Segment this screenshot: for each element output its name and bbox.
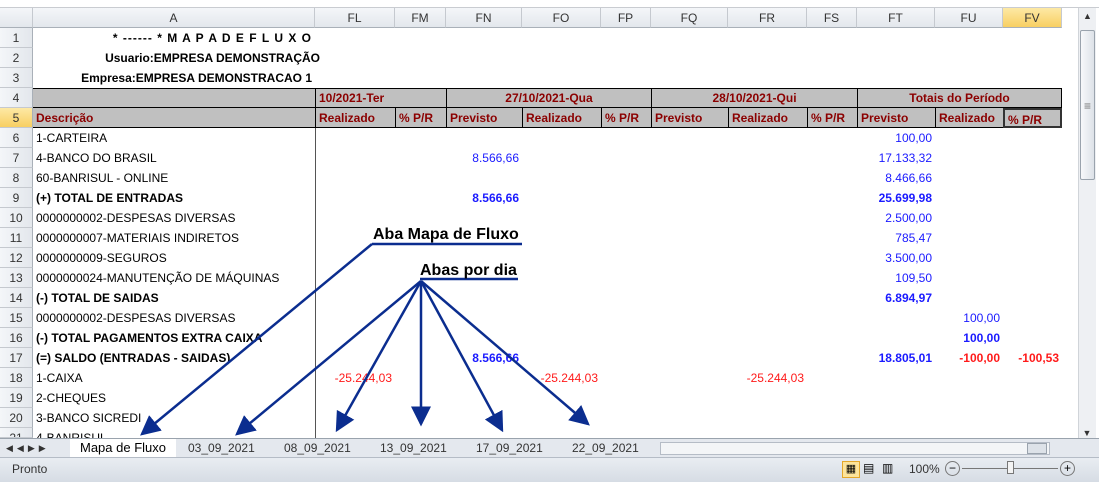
page-break-view-icon[interactable]: ▥	[882, 461, 893, 475]
arrow-to-main-tab	[140, 243, 373, 436]
sheet-tab[interactable]: 13_09_2021	[370, 439, 457, 457]
status-bar: Pronto ▦ ▤ ▥ 100% − +	[0, 457, 1099, 482]
arrow-to-day-tab	[235, 280, 422, 436]
arrow-to-day-tab	[335, 280, 423, 433]
sheet-tab[interactable]: 03_09_2021	[178, 439, 265, 457]
status-ready: Pronto	[12, 462, 48, 476]
sheet-tab[interactable]: 08_09_2021	[274, 439, 361, 457]
annotation-main-tab: Aba Mapa de Fluxo	[373, 226, 519, 243]
zoom-in-icon[interactable]: +	[1060, 461, 1075, 476]
horizontal-scrollbar[interactable]	[660, 442, 1050, 455]
page-layout-view-icon[interactable]: ▤	[863, 461, 874, 475]
sheet-tab[interactable]: Mapa de Fluxo	[70, 439, 176, 457]
annotation-overlay: Aba Mapa de Fluxo Abas por dia	[140, 226, 590, 436]
annotation-day-tabs: Abas por dia	[420, 262, 517, 279]
arrow-to-day-tab	[420, 280, 590, 426]
zoom-out-icon[interactable]: −	[945, 461, 960, 476]
sheet-tab[interactable]: 22_09_2021	[562, 439, 649, 457]
sheet-tab[interactable]: 17_09_2021	[466, 439, 553, 457]
tab-navigation-arrows[interactable]: ◀◀▶▶	[6, 439, 50, 457]
arrow-to-day-tab	[419, 280, 504, 433]
normal-view-icon[interactable]: ▦	[842, 461, 860, 478]
horizontal-scroll-thumb[interactable]	[1027, 443, 1047, 454]
zoom-slider-handle[interactable]	[1007, 461, 1014, 474]
sheet-tab-bar: ◀◀▶▶ Mapa de Fluxo 03_09_2021 08_09_2021 13…	[0, 438, 1099, 457]
zoom-level[interactable]: 100%	[909, 462, 940, 476]
